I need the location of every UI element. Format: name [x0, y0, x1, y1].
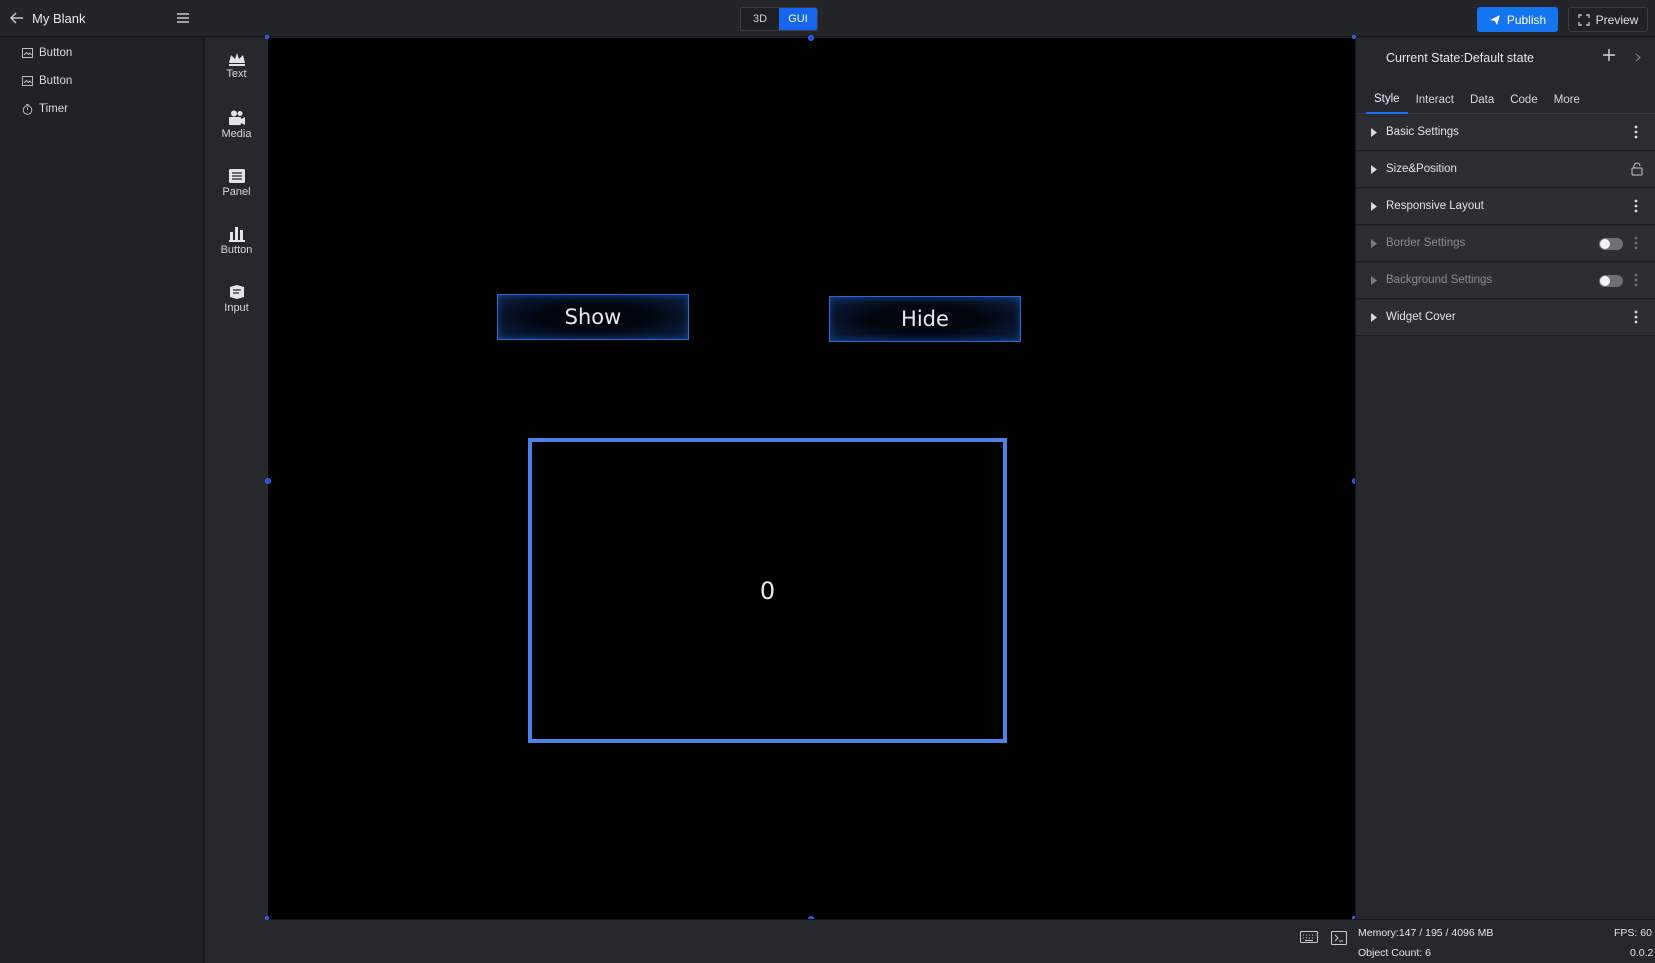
- outline-item-button-2[interactable]: Button: [22, 71, 72, 91]
- memory-stat: Memory:147 / 195 / 4096 MB: [1358, 927, 1494, 939]
- section-widget-cover[interactable]: Widget Cover: [1356, 300, 1655, 336]
- section-label: Size&Position: [1386, 163, 1457, 175]
- publish-button[interactable]: Publish: [1477, 7, 1558, 32]
- component-panel[interactable]: Panel: [205, 168, 268, 214]
- resize-handle-top[interactable]: [808, 35, 814, 41]
- background-toggle[interactable]: [1599, 275, 1623, 287]
- more-vertical-icon[interactable]: [1634, 125, 1638, 139]
- component-button[interactable]: Button: [205, 226, 268, 272]
- section-responsive-layout[interactable]: Responsive Layout: [1356, 189, 1655, 225]
- outline-item-timer[interactable]: Timer: [22, 99, 68, 119]
- caret-right-icon: [1371, 239, 1377, 248]
- image-icon: [22, 48, 33, 58]
- outline-item-label: Button: [39, 47, 73, 59]
- caret-right-icon: [1371, 202, 1377, 211]
- input-icon: [229, 285, 244, 299]
- more-vertical-icon[interactable]: [1634, 273, 1638, 287]
- component-media[interactable]: Media: [205, 110, 268, 156]
- crown-icon: [228, 53, 245, 66]
- panel-icon: [228, 169, 245, 183]
- project-title: My Blank: [32, 11, 86, 26]
- caret-right-icon: [1371, 276, 1377, 285]
- state-bar: Current State:Default state: [1356, 38, 1655, 80]
- component-label: Button: [220, 244, 253, 256]
- back-arrow-icon[interactable]: [8, 9, 26, 27]
- component-label: Media: [221, 128, 252, 140]
- object-count-stat: Object Count: 6: [1358, 947, 1431, 959]
- more-vertical-icon[interactable]: [1634, 199, 1638, 213]
- image-icon: [22, 76, 33, 86]
- section-size-position[interactable]: Size&Position: [1356, 152, 1655, 188]
- section-label: Basic Settings: [1386, 126, 1459, 138]
- version-label: 0.0.2: [1630, 947, 1654, 959]
- gui-canvas[interactable]: Show Hide 0: [265, 35, 1358, 922]
- outline-item-label: Button: [39, 75, 73, 87]
- resize-handle-top-left[interactable]: [265, 35, 269, 39]
- counter-panel[interactable]: 0: [528, 438, 1007, 743]
- component-label: Input: [224, 302, 249, 314]
- section-basic-settings[interactable]: Basic Settings: [1356, 115, 1655, 151]
- section-label: Border Settings: [1386, 237, 1466, 249]
- hide-button[interactable]: Hide: [829, 296, 1021, 342]
- component-label: Panel: [222, 186, 251, 198]
- current-state-label: Current State:Default state: [1386, 51, 1534, 65]
- mode-toggle: 3D GUI: [740, 7, 818, 31]
- component-text[interactable]: Text: [205, 52, 268, 98]
- section-label: Widget Cover: [1386, 311, 1456, 323]
- outline-panel: Button Button Timer: [0, 38, 204, 963]
- tab-style[interactable]: Style: [1366, 86, 1408, 114]
- status-bar: Memory:147 / 195 / 4096 MB FPS: 60 Objec…: [1355, 919, 1655, 963]
- preview-button[interactable]: Preview: [1568, 7, 1648, 32]
- component-bar: Text Media Panel Button Input: [205, 38, 268, 963]
- border-toggle[interactable]: [1599, 238, 1623, 250]
- fullscreen-icon: [1578, 13, 1590, 26]
- outline-item-button-1[interactable]: Button: [22, 43, 72, 63]
- canvas-footer: [268, 919, 1355, 963]
- tab-more[interactable]: More: [1546, 86, 1588, 114]
- caret-right-icon: [1371, 128, 1377, 137]
- outline-item-label: Timer: [39, 103, 68, 115]
- preview-label: Preview: [1595, 12, 1639, 27]
- section-label: Background Settings: [1386, 274, 1493, 286]
- mode-3d-button[interactable]: 3D: [741, 8, 779, 30]
- caret-right-icon: [1371, 165, 1377, 174]
- more-vertical-icon[interactable]: [1634, 310, 1638, 324]
- publish-label: Publish: [1506, 12, 1547, 27]
- section-label: Responsive Layout: [1386, 200, 1484, 212]
- terminal-icon[interactable]: [1331, 931, 1347, 948]
- section-background-settings[interactable]: Background Settings: [1356, 263, 1655, 299]
- show-button[interactable]: Show: [497, 294, 689, 340]
- tab-code[interactable]: Code: [1502, 86, 1546, 114]
- send-icon: [1489, 14, 1500, 25]
- resize-handle-left[interactable]: [265, 478, 271, 484]
- hamburger-menu-icon[interactable]: [174, 9, 192, 27]
- component-input[interactable]: Input: [205, 284, 268, 330]
- fps-stat: FPS: 60: [1614, 927, 1652, 939]
- tab-interact[interactable]: Interact: [1408, 86, 1462, 114]
- bar-chart-icon: [228, 227, 245, 242]
- more-vertical-icon[interactable]: [1634, 236, 1638, 250]
- chevron-right-icon[interactable]: [1635, 51, 1641, 65]
- tab-data[interactable]: Data: [1462, 86, 1502, 114]
- add-state-icon[interactable]: [1602, 48, 1616, 65]
- properties-panel: Current State:Default state Style Intera…: [1355, 38, 1655, 919]
- caret-right-icon: [1371, 313, 1377, 322]
- mode-gui-button[interactable]: GUI: [779, 8, 817, 30]
- section-border-settings[interactable]: Border Settings: [1356, 226, 1655, 262]
- counter-value: 0: [759, 576, 776, 605]
- property-tabs: Style Interact Data Code More: [1356, 86, 1655, 114]
- camera-icon: [228, 110, 245, 125]
- top-bar: My Blank 3D GUI Publish Preview: [0, 0, 1655, 37]
- lock-icon[interactable]: [1631, 162, 1643, 176]
- keyboard-icon[interactable]: [1300, 931, 1318, 946]
- component-label: Text: [226, 68, 247, 80]
- timer-icon: [22, 103, 33, 115]
